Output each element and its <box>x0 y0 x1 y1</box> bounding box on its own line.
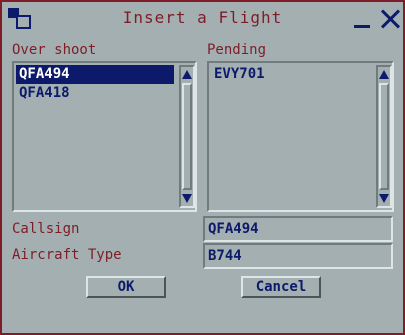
scroll-down-arrow-icon[interactable] <box>181 192 193 206</box>
list-item[interactable]: QFA418 <box>16 84 174 103</box>
minimize-icon[interactable] <box>354 10 370 28</box>
scrollbar-thumb[interactable] <box>379 83 389 190</box>
pending-scrollbar[interactable] <box>376 65 392 208</box>
ok-button[interactable]: OK <box>86 276 166 298</box>
cancel-button[interactable]: Cancel <box>241 276 321 298</box>
scroll-up-arrow-icon[interactable] <box>181 67 193 81</box>
list-item[interactable]: QFA494 <box>16 65 174 84</box>
pending-list[interactable]: EVY701 <box>207 61 394 212</box>
callsign-label: Callsign <box>12 221 80 237</box>
callsign-field[interactable]: QFA494 <box>203 216 393 242</box>
scroll-up-arrow-icon[interactable] <box>378 67 390 81</box>
scrollbar-thumb[interactable] <box>182 83 192 190</box>
overshoot-label: Over shoot <box>12 42 97 58</box>
list-item[interactable]: EVY701 <box>211 65 371 84</box>
title-bar[interactable]: Insert a Flight <box>2 2 403 32</box>
overshoot-list[interactable]: QFA494 QFA418 <box>12 61 197 212</box>
aircraft-type-label: Aircraft Type <box>12 247 122 263</box>
scroll-down-arrow-icon[interactable] <box>378 192 390 206</box>
close-icon[interactable] <box>380 8 400 28</box>
aircraft-type-field[interactable]: B744 <box>203 243 393 269</box>
pending-label: Pending <box>207 42 267 58</box>
overshoot-scrollbar[interactable] <box>179 65 195 208</box>
window-title: Insert a Flight <box>122 8 283 27</box>
insert-flight-dialog: Insert a Flight Over shoot QFA494 QFA418… <box>0 0 405 335</box>
